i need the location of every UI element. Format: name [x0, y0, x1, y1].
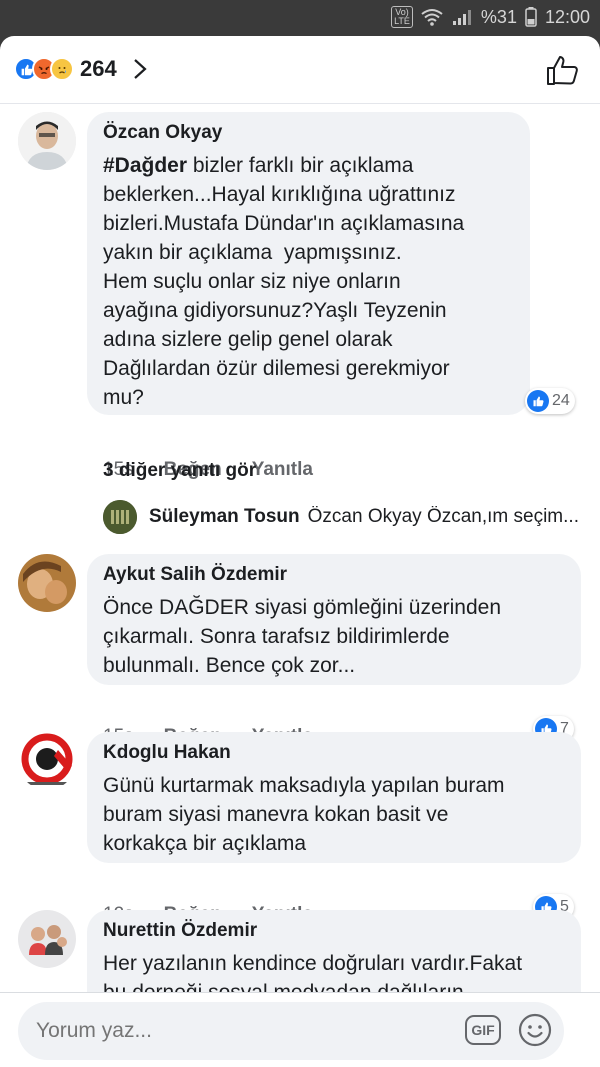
more-replies-link[interactable]: 3 diğer yanıtı gör [103, 460, 256, 482]
comment-bubble[interactable]: Özcan Okyay #Dağder bizler farklı bir aç… [87, 112, 530, 415]
clock: 12:00 [544, 6, 590, 27]
comment-composer: GIF [0, 992, 600, 1067]
avatar[interactable] [18, 112, 76, 170]
reply-author: Süleyman Tosun [149, 506, 300, 527]
comment-author[interactable]: Aykut Salih Özdemir [103, 564, 565, 586]
hashtag-link[interactable]: #Dağder [103, 154, 187, 177]
comment-bubble[interactable]: Aykut Salih Özdemir Önce DAĞDER siyasi g… [87, 554, 581, 685]
gif-button[interactable]: GIF [465, 1015, 501, 1045]
comment-text: #Dağder bizler farklı bir açıklama bekle… [103, 151, 514, 412]
battery-icon [525, 7, 537, 27]
avatar[interactable] [18, 732, 76, 790]
comments-sheet: 264 Özcan Okyay #Dağder bizler farklı bi… [0, 36, 600, 1067]
like-count: 24 [552, 392, 570, 409]
comment-bubble[interactable]: Kdoglu Hakan Günü kurtarmak maksadıyla y… [87, 732, 581, 863]
comment-body: Günü kurtarmak maksadıyla yapılan buram … [103, 774, 505, 855]
avatar[interactable] [18, 554, 76, 612]
like-icon [527, 390, 549, 412]
avatar [103, 500, 137, 534]
signal-icon [452, 10, 471, 25]
reply-text: Özcan Okyay Özcan,ım seçim... [307, 506, 579, 527]
wifi-icon [421, 9, 443, 26]
chevron-right-icon [133, 59, 147, 79]
comment-author[interactable]: Kdoglu Hakan [103, 742, 565, 764]
comment-body: Önce DAĞDER siyasi gömleğini üzerinden ç… [103, 596, 502, 677]
status-bar: Vo) LTE %31 12:00 [0, 0, 600, 36]
comment-author[interactable]: Özcan Okyay [103, 122, 514, 144]
like-outline-icon[interactable] [546, 54, 580, 86]
sad-icon [50, 57, 74, 81]
comment-body: bizler farklı bir açıklama beklerken...H… [103, 154, 465, 409]
reply-button[interactable]: Yanıtla [252, 459, 313, 481]
reactions-bar: 264 [0, 36, 600, 104]
reply-preview[interactable]: Süleyman Tosun Özcan Okyay Özcan,ım seçi… [103, 500, 583, 534]
volte-indicator: Vo) LTE [391, 6, 413, 28]
like-count-badge[interactable]: 24 [525, 388, 575, 414]
battery-percent: %31 [480, 6, 517, 27]
reactions-summary[interactable]: 264 [14, 56, 149, 82]
emoji-icon[interactable] [518, 1013, 552, 1047]
avatar[interactable] [18, 910, 76, 968]
reaction-count: 264 [80, 56, 117, 81]
comment-author[interactable]: Nurettin Özdemir [103, 920, 565, 942]
